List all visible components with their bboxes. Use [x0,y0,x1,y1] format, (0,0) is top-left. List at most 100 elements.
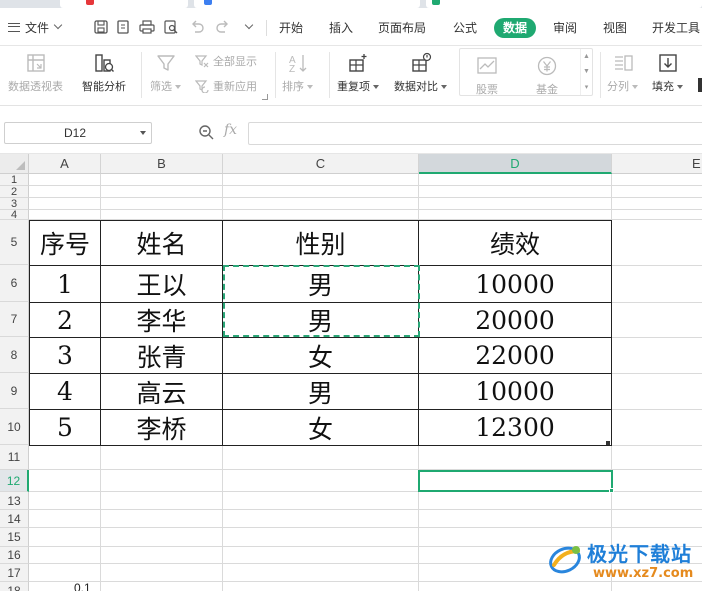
writer-doc-icon [204,0,212,5]
table-cell[interactable]: 李华 [101,303,222,337]
row-header-1[interactable]: 1 [0,174,29,186]
tab-review[interactable]: 审阅 [553,18,577,38]
table-cell[interactable]: 张青 [101,338,222,373]
duplicates-button[interactable]: 重复项 [337,50,379,94]
table-header-cell[interactable]: 序号 [30,221,100,265]
export-pdf-icon[interactable] [114,17,132,37]
row-header-9[interactable]: 9 [0,373,29,409]
row-header-12[interactable]: 12 [0,470,29,492]
tab-formulas[interactable]: 公式 [453,18,477,38]
table-cell[interactable]: 女 [223,338,418,373]
gridline [611,409,702,410]
tab-developer[interactable]: 开发工具 [652,18,700,38]
table-cell[interactable]: 12300 [419,410,611,445]
ribbon-overflow-icon[interactable] [698,78,702,92]
pivot-table-button[interactable]: 数据透视表 [8,50,63,94]
row-header-7[interactable]: 7 [0,302,29,337]
smart-analysis-label: 智能分析 [82,81,126,93]
row-header-10[interactable]: 10 [0,409,29,445]
scroll-up-icon[interactable]: ▲ [583,53,590,60]
document-tab[interactable] [194,0,420,8]
smart-analysis-button[interactable]: 智能分析 [82,50,126,94]
document-tab[interactable] [60,0,188,8]
row-header-16[interactable]: 16 [0,547,29,564]
tab-view[interactable]: 视图 [603,18,627,38]
save-icon[interactable] [92,17,110,37]
column-header-a[interactable]: A [29,154,101,174]
chevron-down-icon[interactable] [135,123,151,143]
select-all-corner[interactable] [0,154,29,174]
function-icon[interactable]: fx [224,122,237,138]
table-cell[interactable]: 女 [223,410,418,445]
spreadsheet-grid[interactable]: A B C D E 1 2 3 4 5 6 7 8 9 10 11 12 13 … [0,154,702,591]
cell-b18[interactable]: 0.1 [70,581,110,591]
row-header-15[interactable]: 15 [0,528,29,547]
undo-icon[interactable] [188,17,206,37]
fill-handle[interactable] [609,488,614,493]
smart-analysis-icon [91,50,117,76]
gallery-scroll[interactable]: ▲ ▼ ▾ [580,49,592,95]
gridline [611,265,702,266]
row-header-14[interactable]: 14 [0,510,29,528]
table-cell[interactable]: 李桥 [101,410,222,445]
data-compare-button[interactable]: 数据对比 [394,50,447,94]
scroll-down-icon[interactable]: ▼ [583,68,590,75]
table-cell[interactable]: 高云 [101,374,222,409]
row-header-18[interactable]: 18 [0,582,29,591]
table-cell[interactable]: 1 [30,266,100,302]
stocks-button[interactable]: 股票 [474,53,500,97]
fund-button[interactable]: 基金 [534,53,560,97]
table-cell[interactable]: 男 [223,374,418,409]
gridline [29,509,702,510]
column-header-b[interactable]: B [101,154,223,174]
table-cell[interactable]: 20000 [419,303,611,337]
row-header-2[interactable]: 2 [0,186,29,198]
table-cell[interactable]: 2 [30,303,100,337]
chevron-down-icon [244,20,254,30]
table-cell[interactable]: 10000 [419,266,611,302]
filter-button[interactable]: 筛选 [150,50,181,94]
row-header-17[interactable]: 17 [0,564,29,582]
table-cell[interactable]: 4 [30,374,100,409]
tab-data[interactable]: 数据 [494,18,537,38]
document-tab-active[interactable] [426,0,702,8]
watermark-title: 极光下载站 [587,542,692,566]
column-header-d[interactable]: D [419,154,612,174]
tab-insert[interactable]: 插入 [329,18,353,38]
table-header-cell[interactable]: 姓名 [101,221,222,265]
active-cell-d12[interactable] [418,470,613,492]
split-columns-button[interactable]: 分列 [607,50,638,94]
sort-button[interactable]: AZ 排序 [282,50,313,94]
row-header-4[interactable]: 4 [0,209,29,221]
row-header-11[interactable]: 11 [0,445,29,470]
zoom-icon[interactable] [198,124,214,140]
table-cell[interactable]: 10000 [419,374,611,409]
show-all-button[interactable]: 全部显示 [195,52,257,70]
formula-input[interactable] [248,122,702,145]
file-menu[interactable]: 文件 [8,18,63,36]
row-header-6[interactable]: 6 [0,265,29,302]
row-header-8[interactable]: 8 [0,337,29,373]
stock-fund-gallery: 股票 基金 ▲ ▼ ▾ [459,48,593,96]
redo-icon[interactable] [214,17,232,37]
quick-access-more-icon[interactable] [240,17,258,37]
fill-button[interactable]: 填充 [652,50,683,94]
table-cell[interactable]: 3 [30,338,100,373]
name-box[interactable]: D12 [4,122,152,144]
tab-home[interactable]: 开始 [279,18,303,38]
table-header-cell[interactable]: 性别 [223,221,418,265]
reapply-button[interactable]: 重新应用 [195,77,257,95]
table-header-cell[interactable]: 绩效 [419,221,611,265]
tab-page-layout[interactable]: 页面布局 [378,18,426,38]
print-icon[interactable] [138,17,156,37]
row-header-5[interactable]: 5 [0,220,29,265]
group-launcher-icon[interactable] [262,94,268,100]
print-preview-icon[interactable] [162,17,180,37]
gallery-expand-icon[interactable]: ▾ [585,83,589,91]
row-header-13[interactable]: 13 [0,492,29,510]
table-cell[interactable]: 5 [30,410,100,445]
table-cell[interactable]: 22000 [419,338,611,373]
table-cell[interactable]: 王以 [101,266,222,302]
column-header-c[interactable]: C [223,154,419,174]
column-header-e[interactable]: E [612,154,702,174]
